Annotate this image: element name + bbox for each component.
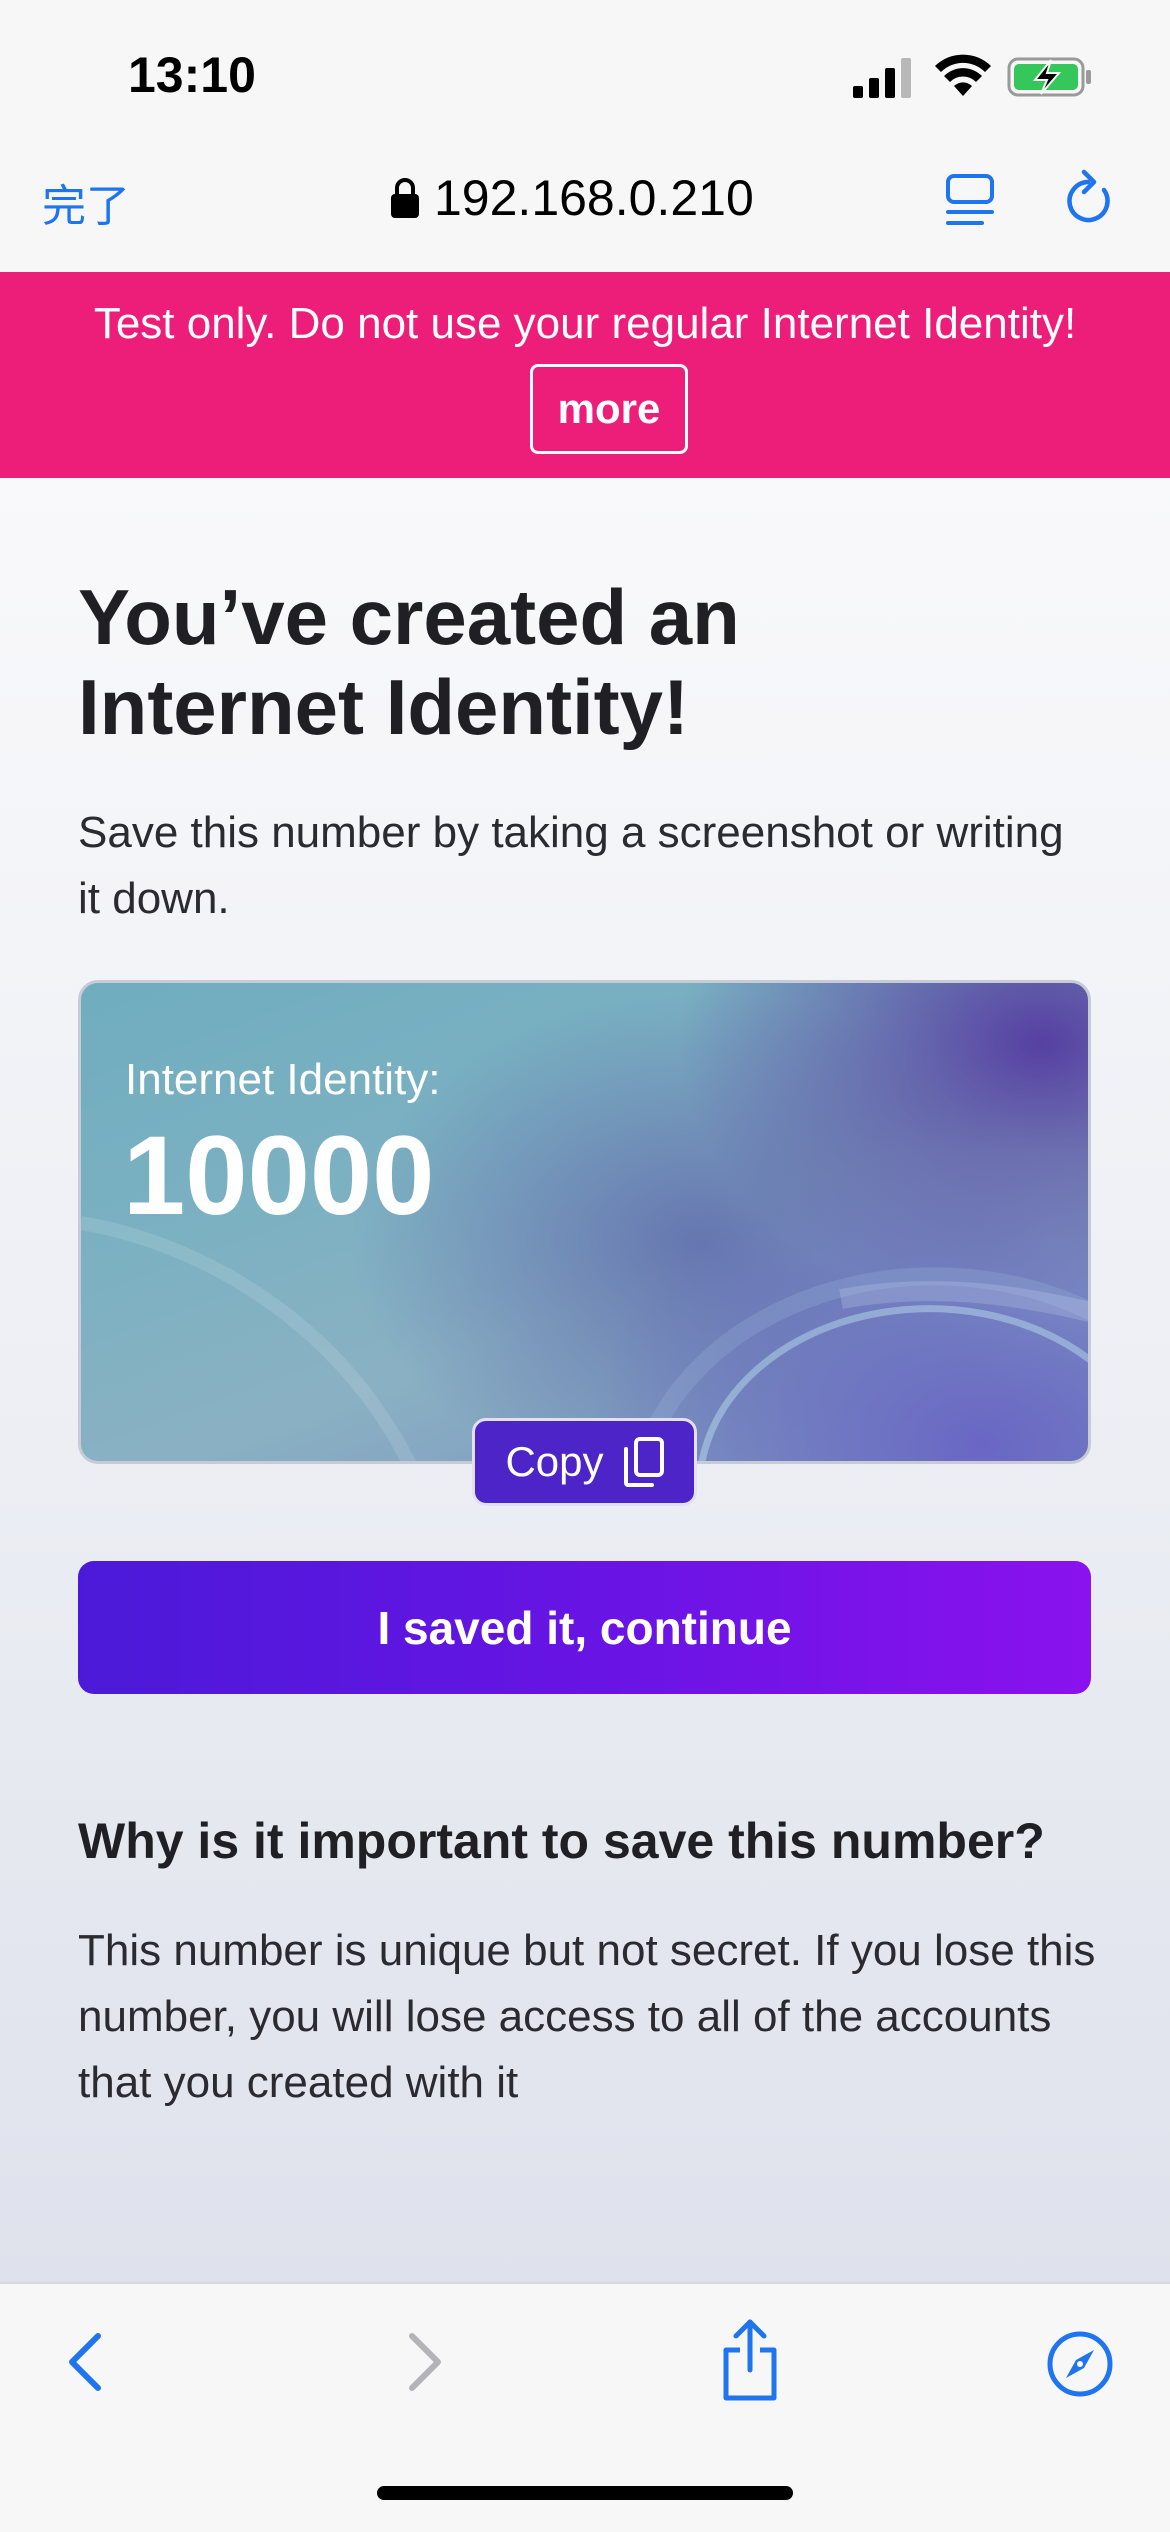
banner-text: Test only. Do not use your regular Inter… — [93, 299, 1077, 348]
lock-icon — [391, 178, 419, 218]
why-heading: Why is it important to save this number? — [78, 1813, 1045, 1869]
wifi-icon — [935, 54, 991, 96]
copy-label: Copy — [505, 1438, 604, 1485]
home-indicator[interactable] — [377, 2486, 793, 2500]
continue-button[interactable]: I saved it, continue — [78, 1561, 1091, 1694]
test-only-banner: Test only. Do not use your regular Inter… — [0, 272, 1170, 478]
cellular-signal-icon — [853, 58, 911, 98]
back-icon[interactable] — [62, 2330, 110, 2394]
page-subtitle: Save this number by taking a screenshot … — [78, 808, 1064, 923]
page-title: You’ve created an Internet Identity! — [78, 572, 978, 752]
done-button[interactable]: 完了 — [42, 170, 130, 234]
identity-number: 10000 — [123, 1113, 435, 1238]
copy-button[interactable]: Copy — [472, 1418, 697, 1506]
identity-card: Internet Identity: 10000 — [78, 980, 1091, 1464]
status-time: 13:10 — [128, 47, 256, 103]
url-field[interactable]: 192.168.0.210 — [390, 168, 754, 228]
battery-charging-icon — [1007, 57, 1091, 97]
why-body: This number is unique but not secret. If… — [78, 1926, 1096, 2107]
card-label: Internet Identity: — [125, 1055, 441, 1104]
forward-icon[interactable] — [400, 2330, 448, 2394]
reload-icon[interactable] — [1064, 168, 1118, 228]
url-text: 192.168.0.210 — [434, 170, 754, 226]
more-button[interactable]: more — [530, 364, 688, 454]
page-title-line-2: Internet Identity! — [78, 663, 690, 751]
share-icon[interactable] — [718, 2318, 782, 2402]
safari-compass-icon[interactable] — [1046, 2330, 1114, 2398]
page-title-line-1: You’ve created an — [78, 573, 740, 661]
reader-mode-icon[interactable] — [944, 172, 996, 228]
copy-icon — [623, 1437, 664, 1487]
